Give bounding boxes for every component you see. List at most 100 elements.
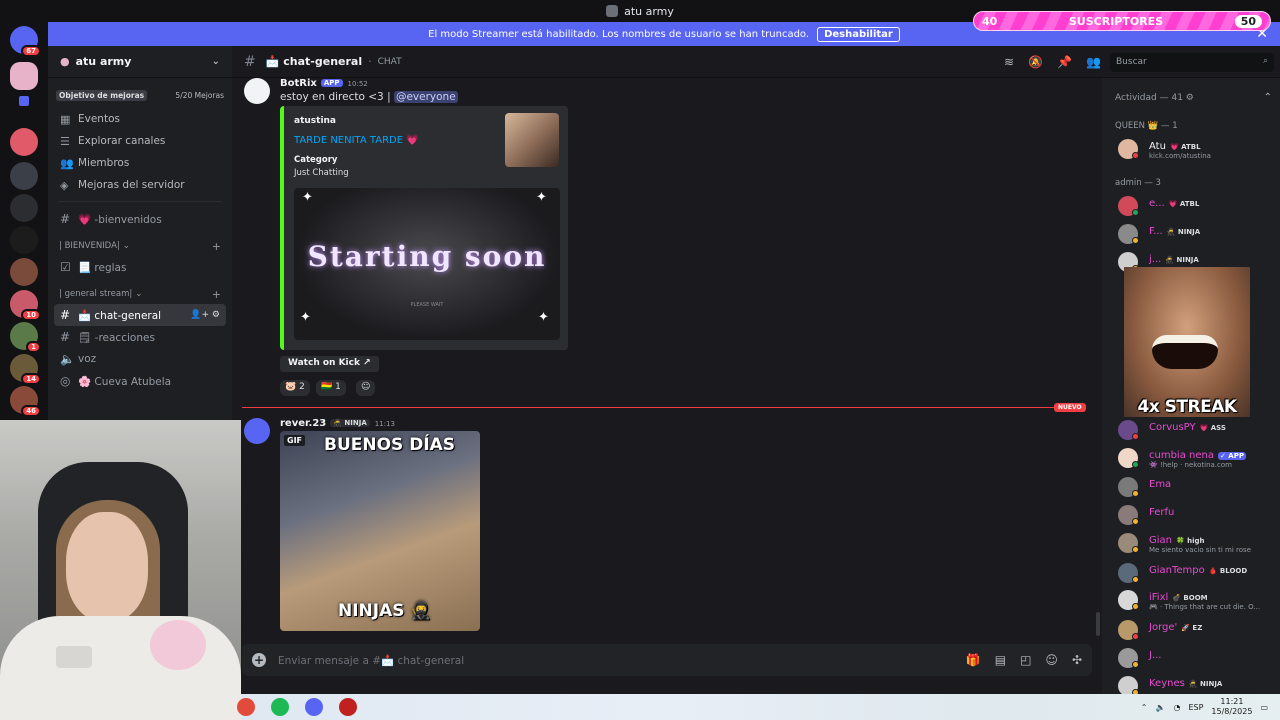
status-dot xyxy=(1132,518,1139,525)
server-icon[interactable]: 46 xyxy=(10,386,41,417)
volume-icon[interactable]: 🔈 xyxy=(1155,703,1165,712)
nav-browse-channels[interactable]: ☰ Explorar canales xyxy=(48,130,232,152)
member-item[interactable]: e... 💗 ATBL xyxy=(1118,194,1278,218)
stage-icon: ◎ xyxy=(60,374,71,388)
members-icon: 👥 xyxy=(60,156,74,170)
server-icon[interactable] xyxy=(10,128,38,156)
reaction-pill[interactable]: 🐷 2 xyxy=(280,380,310,396)
status-dot xyxy=(1132,209,1139,216)
reaction-pill[interactable]: 🇧🇴 1 xyxy=(316,380,346,396)
embed-image[interactable]: ✦ ✦ ✦ ✦ Starting soon PLEASE WAIT xyxy=(294,188,560,340)
hash-icon: # xyxy=(60,330,71,344)
server-icon[interactable] xyxy=(10,258,38,286)
channel-reglas[interactable]: ☑ 📃 reglas xyxy=(54,256,226,278)
chevron-up-icon[interactable]: ⌃ xyxy=(1264,92,1272,103)
chrome-icon[interactable] xyxy=(237,698,255,716)
scrollbar[interactable] xyxy=(1096,612,1100,636)
gif-attachment[interactable]: GIF BUENOS DÍAS NINJAS 🥷 xyxy=(280,431,480,631)
embed-thumbnail[interactable] xyxy=(505,113,559,167)
member-name: cumbia nena xyxy=(1149,450,1214,461)
discord-icon[interactable] xyxy=(305,698,323,716)
plush-toy-image xyxy=(150,620,206,670)
channel-cueva-atubela[interactable]: ◎ 🌸 Cueva Atubela xyxy=(54,370,226,392)
search-input[interactable]: Buscar ⌕ xyxy=(1110,53,1274,72)
category-bienvenida[interactable]: | BIENVENIDA| ⌄ + xyxy=(48,236,232,256)
boost-goal[interactable]: Objetivo de mejoras 5/20 Mejoras xyxy=(56,88,224,102)
member-tag: 🥷 NINJA xyxy=(1188,680,1223,688)
spotify-icon[interactable] xyxy=(271,698,289,716)
pin-icon[interactable]: 📌 xyxy=(1057,55,1072,69)
nav-events[interactable]: ▦ Eventos xyxy=(48,108,232,130)
member-item[interactable]: Atu 💗 ATBL kick.com/atustina xyxy=(1118,137,1278,161)
member-item[interactable]: F... 🥷 NINJA xyxy=(1118,222,1278,246)
embed-author[interactable]: atustina xyxy=(294,116,336,126)
starting-soon-logo: Starting soon xyxy=(307,240,547,273)
member-list-icon[interactable]: 👥 xyxy=(1086,55,1101,69)
server-name: atu army xyxy=(75,55,132,68)
add-channel-icon[interactable]: + xyxy=(212,288,221,301)
server-icon[interactable] xyxy=(10,226,38,254)
channel-settings-icon[interactable]: 👤+ ⚙ xyxy=(190,310,220,320)
server-icon[interactable] xyxy=(10,162,38,190)
laughing-face-image xyxy=(1152,335,1218,369)
watch-on-kick-button[interactable]: Watch on Kick ↗ xyxy=(280,356,379,372)
member-item[interactable]: Ferfu xyxy=(1118,503,1278,527)
server-icon[interactable]: 10 xyxy=(10,290,41,321)
member-item[interactable]: J... xyxy=(1118,646,1278,670)
category-general-stream[interactable]: | general stream| ⌄ + xyxy=(48,284,232,304)
input-language[interactable]: ESP xyxy=(1188,703,1203,712)
message-list[interactable]: BotRix APP 10:52 estoy en directo <3 | @ev… xyxy=(242,78,1100,640)
mute-bell-icon[interactable]: 🔕 xyxy=(1028,55,1043,69)
activity-header[interactable]: Actividad — 41 ⚙ xyxy=(1115,93,1194,103)
gift-icon[interactable]: 🎁 xyxy=(966,653,981,667)
mention[interactable]: @everyone xyxy=(393,91,458,103)
nav-label: Miembros xyxy=(78,157,130,169)
member-item[interactable]: CorvusPY 💗 ASS xyxy=(1118,418,1278,442)
boost-goal-count: 5/20 Mejoras xyxy=(175,90,224,100)
member-item[interactable]: Ema xyxy=(1118,475,1278,499)
sticker-icon[interactable]: ◰ xyxy=(1020,653,1031,667)
channel-reacciones[interactable]: # 🗒 -reacciones xyxy=(54,326,226,348)
nav-members[interactable]: 👥 Miembros xyxy=(48,152,232,174)
server-icon-atu-army[interactable] xyxy=(10,62,38,90)
member-item[interactable]: Gian 🍀 high Me siento vacio sin ti mi ros… xyxy=(1118,531,1278,555)
member-status-text: 👾 !help · nekotina.com xyxy=(1149,461,1232,469)
member-name: e... xyxy=(1149,198,1165,209)
message-composer[interactable]: + Enviar mensaje a #📩 chat-general 🎁 ▤ ◰… xyxy=(242,644,1092,676)
obs-icon[interactable] xyxy=(339,698,357,716)
server-icon[interactable]: 14 xyxy=(10,354,41,385)
threads-icon[interactable]: ≋ xyxy=(1004,55,1014,69)
clock[interactable]: 11:21 15/8/2025 xyxy=(1211,697,1252,717)
message-author[interactable]: BotRix APP 10:52 xyxy=(280,78,368,89)
embed-title[interactable]: TARDE NENITA TARDE 💗 xyxy=(294,135,419,146)
channel-bienvenidos[interactable]: # 💗 -bienvenidos xyxy=(54,208,226,230)
message-author[interactable]: rever.23 🥷 NINJA 11:13 xyxy=(280,418,395,429)
status-dot xyxy=(1132,661,1139,668)
server-header[interactable]: ● atu army ⌄ xyxy=(48,46,232,78)
avatar[interactable] xyxy=(244,418,270,444)
category-label: | BIENVENIDA| xyxy=(59,241,120,251)
notifications-icon[interactable]: ▭ xyxy=(1260,703,1268,712)
folder-icon[interactable] xyxy=(19,96,29,106)
gif-picker-icon[interactable]: ▤ xyxy=(995,653,1006,667)
emoji-icon[interactable]: ☺ xyxy=(1045,653,1058,667)
nav-server-boost[interactable]: ◈ Mejoras del servidor xyxy=(48,174,232,196)
direct-messages-icon[interactable]: 67 xyxy=(10,26,41,57)
channel-chat-general[interactable]: # 📩 chat-general 👤+ ⚙ xyxy=(54,304,226,326)
member-item[interactable]: GianTempo 🩸 BLOOD xyxy=(1118,561,1278,585)
upload-plus-icon[interactable]: + xyxy=(252,653,266,667)
avatar[interactable] xyxy=(244,78,270,104)
member-item[interactable]: iFixl 💣 BOOM 🎮 · Things that are cut die.… xyxy=(1118,588,1278,612)
member-item[interactable]: Keynes 🥷 NINJA xyxy=(1118,674,1278,694)
member-item[interactable]: cumbia nena ✓ APP 👾 !help · nekotina.com xyxy=(1118,446,1278,470)
server-icon[interactable] xyxy=(10,194,38,222)
network-icon[interactable]: ◔ xyxy=(1173,703,1180,712)
chevron-up-icon[interactable]: ⌃ xyxy=(1141,703,1148,712)
disable-streamer-mode-button[interactable]: Deshabilitar xyxy=(817,26,900,42)
channel-voz[interactable]: 🔈 voz xyxy=(54,348,226,370)
add-channel-icon[interactable]: + xyxy=(212,240,221,253)
apps-icon[interactable]: ✣ xyxy=(1072,653,1082,667)
server-icon[interactable]: 1 xyxy=(10,322,41,353)
member-item[interactable]: Jorge' 🚀 EZ xyxy=(1118,618,1278,642)
add-reaction-icon[interactable]: ☺ xyxy=(356,380,376,396)
